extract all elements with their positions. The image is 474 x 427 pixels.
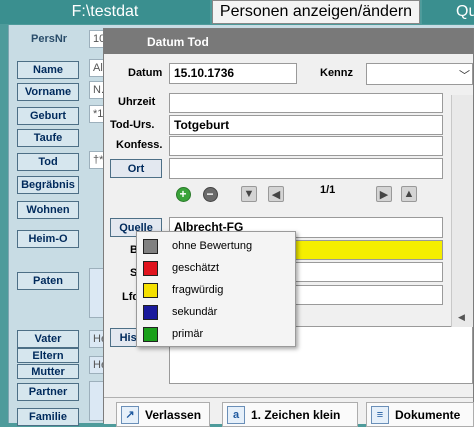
kennz-label: Kennz bbox=[320, 67, 353, 79]
lowercase-icon: a bbox=[227, 405, 245, 424]
menu-item-primaer[interactable]: primär bbox=[137, 323, 295, 345]
record-counter: 1/1 bbox=[320, 184, 336, 196]
zeichen-klein-button[interactable]: a 1. Zeichen klein bbox=[222, 402, 358, 427]
zeichen-klein-label: 1. Zeichen klein bbox=[251, 407, 341, 422]
swatch-gray bbox=[143, 238, 158, 254]
heim-o-button[interactable]: Heim-O bbox=[17, 230, 79, 248]
todurs-label: Tod-Urs. bbox=[110, 119, 155, 131]
menu-item-fragwuerdig[interactable]: fragwürdig bbox=[137, 279, 295, 301]
persnr-label: PersNr bbox=[31, 33, 68, 45]
tab-quellen[interactable]: Qu bbox=[422, 0, 474, 24]
menu-item-label: primär bbox=[172, 328, 204, 340]
swatch-blue bbox=[143, 304, 158, 320]
datum-input[interactable]: 15.10.1736 bbox=[169, 63, 297, 84]
datum-label: Datum bbox=[128, 67, 163, 79]
konfess-label: Konfess. bbox=[116, 139, 163, 151]
tod-button[interactable]: Tod bbox=[17, 153, 79, 171]
right-side-panel: ◀ bbox=[451, 95, 473, 327]
menu-item-label: fragwürdig bbox=[172, 284, 224, 296]
menu-item-geschaetzt[interactable]: geschätzt bbox=[137, 257, 295, 279]
partner-button[interactable]: Partner bbox=[17, 383, 79, 401]
konfess-input[interactable] bbox=[169, 136, 443, 156]
menu-item-label: ohne Bewertung bbox=[172, 240, 253, 252]
paten-button[interactable]: Paten bbox=[17, 272, 79, 290]
first-record-icon[interactable]: ▼ bbox=[241, 186, 257, 202]
familie-button[interactable]: Familie bbox=[17, 408, 79, 426]
geburt-button[interactable]: Geburt bbox=[17, 107, 79, 125]
vorname-button[interactable]: Vorname bbox=[17, 83, 79, 101]
verlassen-label: Verlassen bbox=[145, 407, 202, 422]
wohnen-button[interactable]: Wohnen bbox=[17, 201, 79, 219]
ort-button[interactable]: Ort bbox=[110, 159, 162, 178]
eltern-button[interactable]: Eltern bbox=[17, 348, 79, 363]
datum-tod-dialog: Datum Tod Datum 15.10.1736 Kennz ﹀ Uhrze… bbox=[103, 28, 474, 427]
verlassen-button[interactable]: ↗ Verlassen bbox=[116, 402, 210, 427]
menu-item-label: geschätzt bbox=[172, 262, 220, 274]
taufe-button[interactable]: Taufe bbox=[17, 129, 79, 147]
next-record-icon[interactable]: ▶ bbox=[376, 186, 392, 202]
last-record-icon[interactable]: ▲ bbox=[401, 186, 417, 202]
bewertung-popup-menu: ohne Bewertung geschätzt fragwürdig seku… bbox=[136, 231, 296, 347]
dialog-title: Datum Tod bbox=[104, 29, 473, 54]
scroll-left-icon[interactable]: ◀ bbox=[458, 312, 465, 323]
todurs-input[interactable]: Totgeburt bbox=[169, 115, 443, 135]
menu-item-ohne-bewertung[interactable]: ohne Bewertung bbox=[137, 235, 295, 257]
exit-arrow-icon: ↗ bbox=[121, 405, 139, 424]
menu-item-sekundaer[interactable]: sekundär bbox=[137, 301, 295, 323]
remove-icon[interactable]: − bbox=[202, 186, 218, 202]
kennz-select[interactable] bbox=[366, 63, 473, 85]
chevron-down-icon[interactable]: ﹀ bbox=[459, 67, 470, 83]
dokumente-label: Dokumente bbox=[395, 407, 461, 422]
name-button[interactable]: Name bbox=[17, 61, 79, 79]
vater-button[interactable]: Vater bbox=[17, 330, 79, 348]
begraebnis-button[interactable]: Begräbnis bbox=[17, 176, 79, 194]
dialog-bottom-bar: ↗ Verlassen a 1. Zeichen klein ≡ Dokumen… bbox=[104, 397, 474, 427]
ort-input[interactable] bbox=[169, 158, 443, 179]
tab-testdat[interactable]: F:\testdat bbox=[0, 0, 210, 24]
swatch-red bbox=[143, 260, 158, 276]
add-icon[interactable]: + bbox=[175, 186, 191, 202]
tab-personen-anzeigen[interactable]: Personen anzeigen/ändern bbox=[212, 0, 420, 24]
uhrzeit-label: Uhrzeit bbox=[118, 96, 156, 108]
previous-record-icon[interactable]: ◀ bbox=[268, 186, 284, 202]
dokumente-button[interactable]: ≡ Dokumente bbox=[366, 402, 474, 427]
document-icon: ≡ bbox=[371, 405, 389, 424]
uhrzeit-input[interactable] bbox=[169, 93, 443, 113]
mutter-button[interactable]: Mutter bbox=[17, 364, 79, 379]
swatch-yellow bbox=[143, 282, 158, 298]
swatch-green bbox=[143, 326, 158, 342]
menu-item-label: sekundär bbox=[172, 306, 218, 318]
